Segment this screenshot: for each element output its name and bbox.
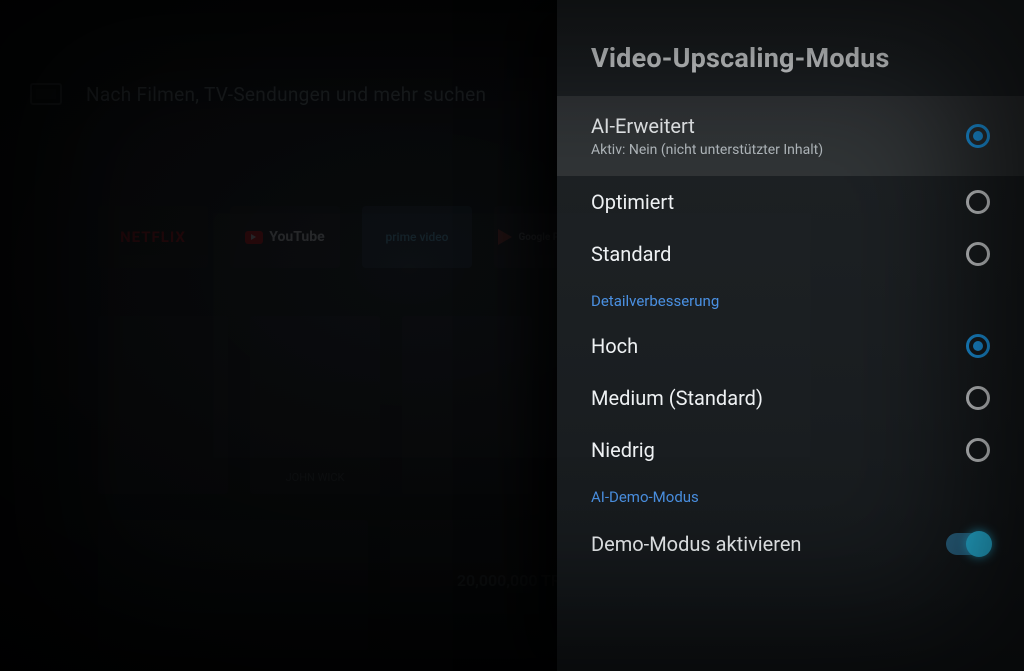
section-header-demo: AI-Demo-Modus (557, 476, 1024, 516)
option-label: Medium (Standard) (591, 386, 763, 410)
option-label: Optimiert (591, 190, 674, 214)
settings-panel: Video-Upscaling-Modus AI-Erweitert Aktiv… (557, 0, 1024, 671)
radio-icon (966, 190, 990, 214)
tv-screen: Nach Filmen, TV-Sendungen und mehr suche… (0, 0, 1024, 671)
panel-title: Video-Upscaling-Modus (557, 0, 1024, 96)
radio-icon (966, 124, 990, 148)
option-ai-erweitert[interactable]: AI-Erweitert Aktiv: Nein (nicht unterstü… (557, 96, 1024, 176)
option-niedrig[interactable]: Niedrig (557, 424, 1024, 476)
option-label: AI-Erweitert (591, 114, 823, 138)
option-label: Niedrig (591, 438, 655, 462)
toggle-demo-modus[interactable]: Demo-Modus aktivieren (557, 516, 1024, 572)
radio-icon (966, 386, 990, 410)
radio-icon (966, 438, 990, 462)
option-optimiert[interactable]: Optimiert (557, 176, 1024, 228)
radio-icon (966, 242, 990, 266)
option-hoch[interactable]: Hoch (557, 320, 1024, 372)
switch-icon (946, 533, 990, 555)
option-medium[interactable]: Medium (Standard) (557, 372, 1024, 424)
option-standard[interactable]: Standard (557, 228, 1024, 280)
option-sublabel: Aktiv: Nein (nicht unterstützter Inhalt) (591, 142, 823, 158)
section-header-detail: Detailverbesserung (557, 280, 1024, 320)
option-label: Standard (591, 242, 671, 266)
option-label: Hoch (591, 334, 638, 358)
radio-icon (966, 334, 990, 358)
toggle-label: Demo-Modus aktivieren (591, 532, 801, 556)
